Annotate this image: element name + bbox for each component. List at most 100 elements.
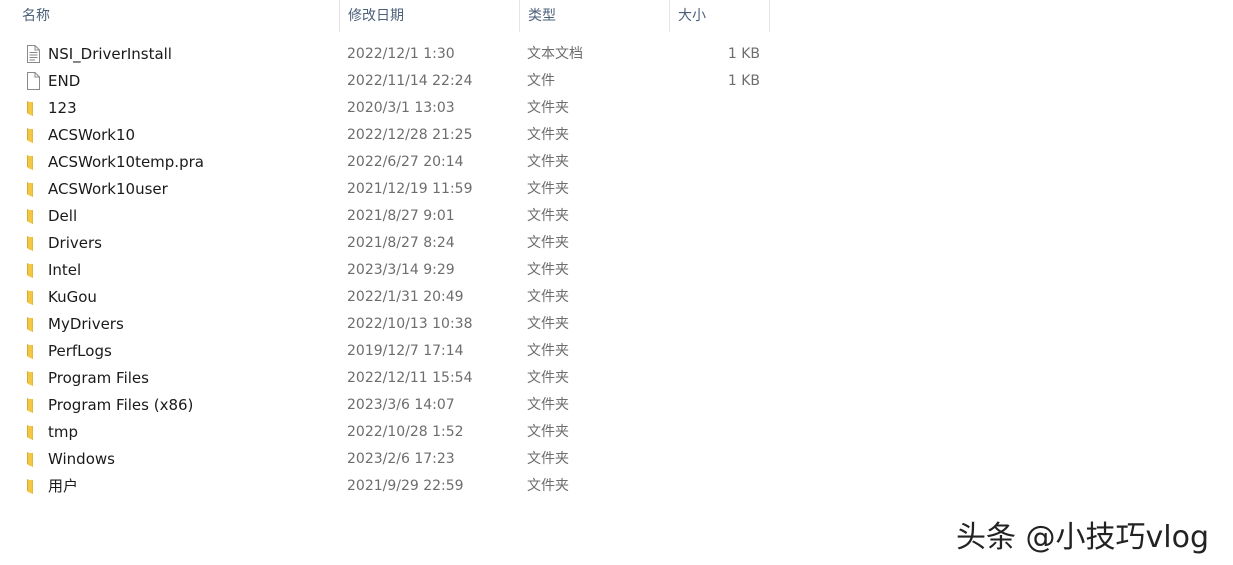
folder-icon [24, 450, 42, 468]
column-header-name[interactable]: 名称 [14, 0, 340, 32]
file-size [670, 311, 760, 338]
file-size [670, 176, 760, 203]
file-modified-date: 2022/12/28 21:25 [347, 127, 473, 143]
file-row[interactable]: 123 2020/3/1 13:03 文件夹 [0, 95, 790, 122]
file-size [670, 338, 760, 365]
file-modified-date: 2022/10/28 1:52 [347, 424, 464, 440]
file-size [670, 95, 760, 122]
folder-icon [24, 261, 42, 279]
file-name: Dell [48, 207, 78, 225]
file-modified-date: 2022/12/11 15:54 [347, 370, 473, 386]
file-size [670, 446, 760, 473]
file-type: 文件 [527, 73, 555, 89]
file-type: 文本文档 [527, 46, 583, 62]
file-icon [24, 72, 42, 90]
file-name: MyDrivers [48, 315, 124, 333]
folder-icon [24, 423, 42, 441]
file-row[interactable]: KuGou 2022/1/31 20:49 文件夹 [0, 284, 790, 311]
column-header-modified[interactable]: 修改日期 [340, 0, 520, 32]
text-file-icon [24, 45, 42, 63]
file-type: 文件夹 [527, 127, 569, 143]
file-type: 文件夹 [527, 316, 569, 332]
folder-icon [24, 99, 42, 117]
file-size [670, 392, 760, 419]
file-size [670, 419, 760, 446]
file-row[interactable]: PerfLogs 2019/12/7 17:14 文件夹 [0, 338, 790, 365]
column-divider[interactable] [769, 0, 770, 32]
file-row[interactable]: Windows 2023/2/6 17:23 文件夹 [0, 446, 790, 473]
file-modified-date: 2020/3/1 13:03 [347, 100, 455, 116]
file-name: Program Files (x86) [48, 396, 194, 414]
file-modified-date: 2019/12/7 17:14 [347, 343, 464, 359]
file-type: 文件夹 [527, 478, 569, 494]
folder-icon [24, 207, 42, 225]
file-row[interactable]: ACSWork10user 2021/12/19 11:59 文件夹 [0, 176, 790, 203]
watermark: 头条 @小技巧vlog [956, 520, 1210, 555]
file-modified-date: 2021/8/27 9:01 [347, 208, 455, 224]
folder-icon [24, 315, 42, 333]
folder-icon [24, 342, 42, 360]
file-type: 文件夹 [527, 262, 569, 278]
file-row[interactable]: END 2022/11/14 22:24 文件 1 KB [0, 68, 790, 95]
file-type: 文件夹 [527, 100, 569, 116]
file-size [670, 284, 760, 311]
folder-icon [24, 126, 42, 144]
file-modified-date: 2022/1/31 20:49 [347, 289, 464, 305]
folder-icon [24, 396, 42, 414]
file-size [670, 257, 760, 284]
file-name: END [48, 72, 81, 90]
file-name: Windows [48, 450, 115, 468]
file-type: 文件夹 [527, 424, 569, 440]
column-header-size[interactable]: 大小 [670, 0, 769, 32]
folder-icon [24, 288, 42, 306]
file-modified-date: 2023/3/14 9:29 [347, 262, 455, 278]
file-row[interactable]: Program Files (x86) 2023/3/6 14:07 文件夹 [0, 392, 790, 419]
file-modified-date: 2023/3/6 14:07 [347, 397, 455, 413]
file-name: Program Files [48, 369, 149, 387]
file-row[interactable]: 用户 2021/9/29 22:59 文件夹 [0, 473, 790, 500]
file-name: ACSWork10temp.pra [48, 153, 204, 171]
file-name: ACSWork10user [48, 180, 168, 198]
file-name: Drivers [48, 234, 102, 252]
file-modified-date: 2021/8/27 8:24 [347, 235, 455, 251]
file-name: PerfLogs [48, 342, 112, 360]
sort-caret-icon: ˇ [712, 0, 718, 8]
folder-icon [24, 369, 42, 387]
file-row[interactable]: NSI_DriverInstall 2022/12/1 1:30 文本文档 1 KB [0, 41, 790, 68]
file-type: 文件夹 [527, 235, 569, 251]
file-modified-date: 2022/10/13 10:38 [347, 316, 473, 332]
folder-icon [24, 477, 42, 495]
file-name: 用户 [48, 477, 79, 495]
file-row[interactable]: Intel 2023/3/14 9:29 文件夹 [0, 257, 790, 284]
folder-icon [24, 180, 42, 198]
file-type: 文件夹 [527, 181, 569, 197]
file-type: 文件夹 [527, 451, 569, 467]
file-name: KuGou [48, 288, 97, 306]
folder-icon [24, 234, 42, 252]
column-header-type[interactable]: 类型 [520, 0, 670, 32]
file-size [670, 122, 760, 149]
file-size [670, 149, 760, 176]
file-size: 1 KB [727, 46, 760, 62]
file-size: 1 KB [727, 73, 760, 89]
file-modified-date: 2021/12/19 11:59 [347, 181, 473, 197]
file-modified-date: 2023/2/6 17:23 [347, 451, 455, 467]
file-size [670, 203, 760, 230]
file-type: 文件夹 [527, 208, 569, 224]
file-type: 文件夹 [527, 154, 569, 170]
file-row[interactable]: Dell 2021/8/27 9:01 文件夹 [0, 203, 790, 230]
file-size [670, 230, 760, 257]
file-name: tmp [48, 423, 79, 441]
file-row[interactable]: tmp 2022/10/28 1:52 文件夹 [0, 419, 790, 446]
folder-icon [24, 153, 42, 171]
file-row[interactable]: MyDrivers 2022/10/13 10:38 文件夹 [0, 311, 790, 338]
column-header-bar: 名称 修改日期 类型 大小 ˇ [0, 0, 770, 32]
file-type: 文件夹 [527, 397, 569, 413]
file-row[interactable]: ACSWork10temp.pra 2022/6/27 20:14 文件夹 [0, 149, 790, 176]
file-row[interactable]: Program Files 2022/12/11 15:54 文件夹 [0, 365, 790, 392]
file-row[interactable]: ACSWork10 2022/12/28 21:25 文件夹 [0, 122, 790, 149]
file-name: Intel [48, 261, 82, 279]
file-row[interactable]: Drivers 2021/8/27 8:24 文件夹 [0, 230, 790, 257]
file-modified-date: 2022/11/14 22:24 [347, 73, 473, 89]
file-name: 123 [48, 99, 77, 117]
